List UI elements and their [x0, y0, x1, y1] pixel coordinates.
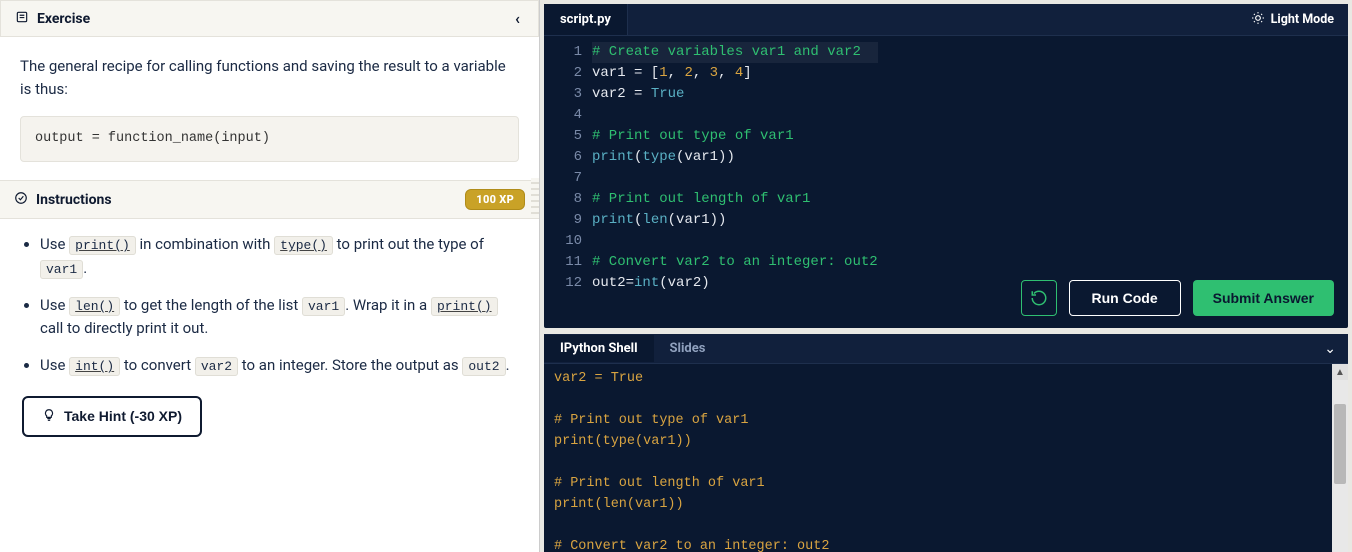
- instruction-item: Use int() to convert var2 to an integer.…: [40, 354, 517, 377]
- reset-button[interactable]: [1021, 280, 1057, 316]
- reset-icon: [1030, 289, 1048, 307]
- tab-script[interactable]: script.py: [544, 4, 628, 35]
- hint-label: Take Hint (-30 XP): [64, 408, 182, 424]
- shell-scrollbar[interactable]: ▲: [1332, 364, 1348, 552]
- shell-tabs: IPython Shell Slides ⌄: [544, 334, 1348, 364]
- tab-ipython-shell[interactable]: IPython Shell: [544, 335, 654, 362]
- bulb-icon: [42, 408, 56, 425]
- code-editor: script.py Light Mode 123456789101112 # C…: [544, 4, 1348, 328]
- check-icon: [14, 191, 28, 209]
- instructions-header: Instructions 100 XP: [0, 180, 539, 219]
- sun-icon: [1251, 11, 1265, 29]
- instruction-item: Use len() to get the length of the list …: [40, 294, 517, 341]
- code-content[interactable]: # Create variables var1 and var2var1 = […: [592, 42, 878, 328]
- instructions-title: Instructions: [36, 192, 112, 208]
- exercise-text: The general recipe for calling functions…: [20, 55, 519, 102]
- left-panel: Exercise ‹ The general recipe for callin…: [0, 0, 540, 552]
- tab-slides[interactable]: Slides: [654, 335, 722, 362]
- exercise-body: The general recipe for calling functions…: [0, 37, 539, 180]
- instruction-item: Use print() in combination with type() t…: [40, 233, 517, 280]
- editor-actions: Run Code Submit Answer: [1021, 280, 1335, 316]
- submit-answer-button[interactable]: Submit Answer: [1193, 280, 1334, 316]
- light-mode-toggle[interactable]: Light Mode: [1251, 11, 1348, 29]
- line-numbers: 123456789101112: [544, 42, 592, 328]
- xp-badge: 100 XP: [465, 189, 525, 210]
- exercise-title: Exercise: [37, 11, 90, 27]
- run-code-button[interactable]: Run Code: [1069, 280, 1181, 316]
- collapse-left-icon[interactable]: ‹: [511, 9, 524, 28]
- shell-panel: IPython Shell Slides ⌄ var2 = True # Pri…: [544, 334, 1348, 552]
- exercise-header: Exercise ‹: [0, 0, 539, 37]
- instructions-list: Use print() in combination with type() t…: [22, 233, 517, 377]
- resize-gutter[interactable]: [531, 178, 539, 218]
- editor-tabs: script.py Light Mode: [544, 4, 1348, 36]
- exercise-icon: [15, 10, 29, 28]
- shell-output[interactable]: var2 = True # Print out type of var1prin…: [544, 364, 1348, 552]
- right-panel: script.py Light Mode 123456789101112 # C…: [540, 0, 1352, 552]
- scroll-thumb[interactable]: [1334, 404, 1346, 484]
- light-mode-label: Light Mode: [1271, 12, 1334, 27]
- scroll-up-icon[interactable]: ▲: [1332, 364, 1348, 380]
- instructions-body: Use print() in combination with type() t…: [0, 219, 539, 450]
- shell-collapse-icon[interactable]: ⌄: [1312, 341, 1348, 357]
- example-codeblock: output = function_name(input): [20, 116, 519, 163]
- take-hint-button[interactable]: Take Hint (-30 XP): [22, 396, 202, 437]
